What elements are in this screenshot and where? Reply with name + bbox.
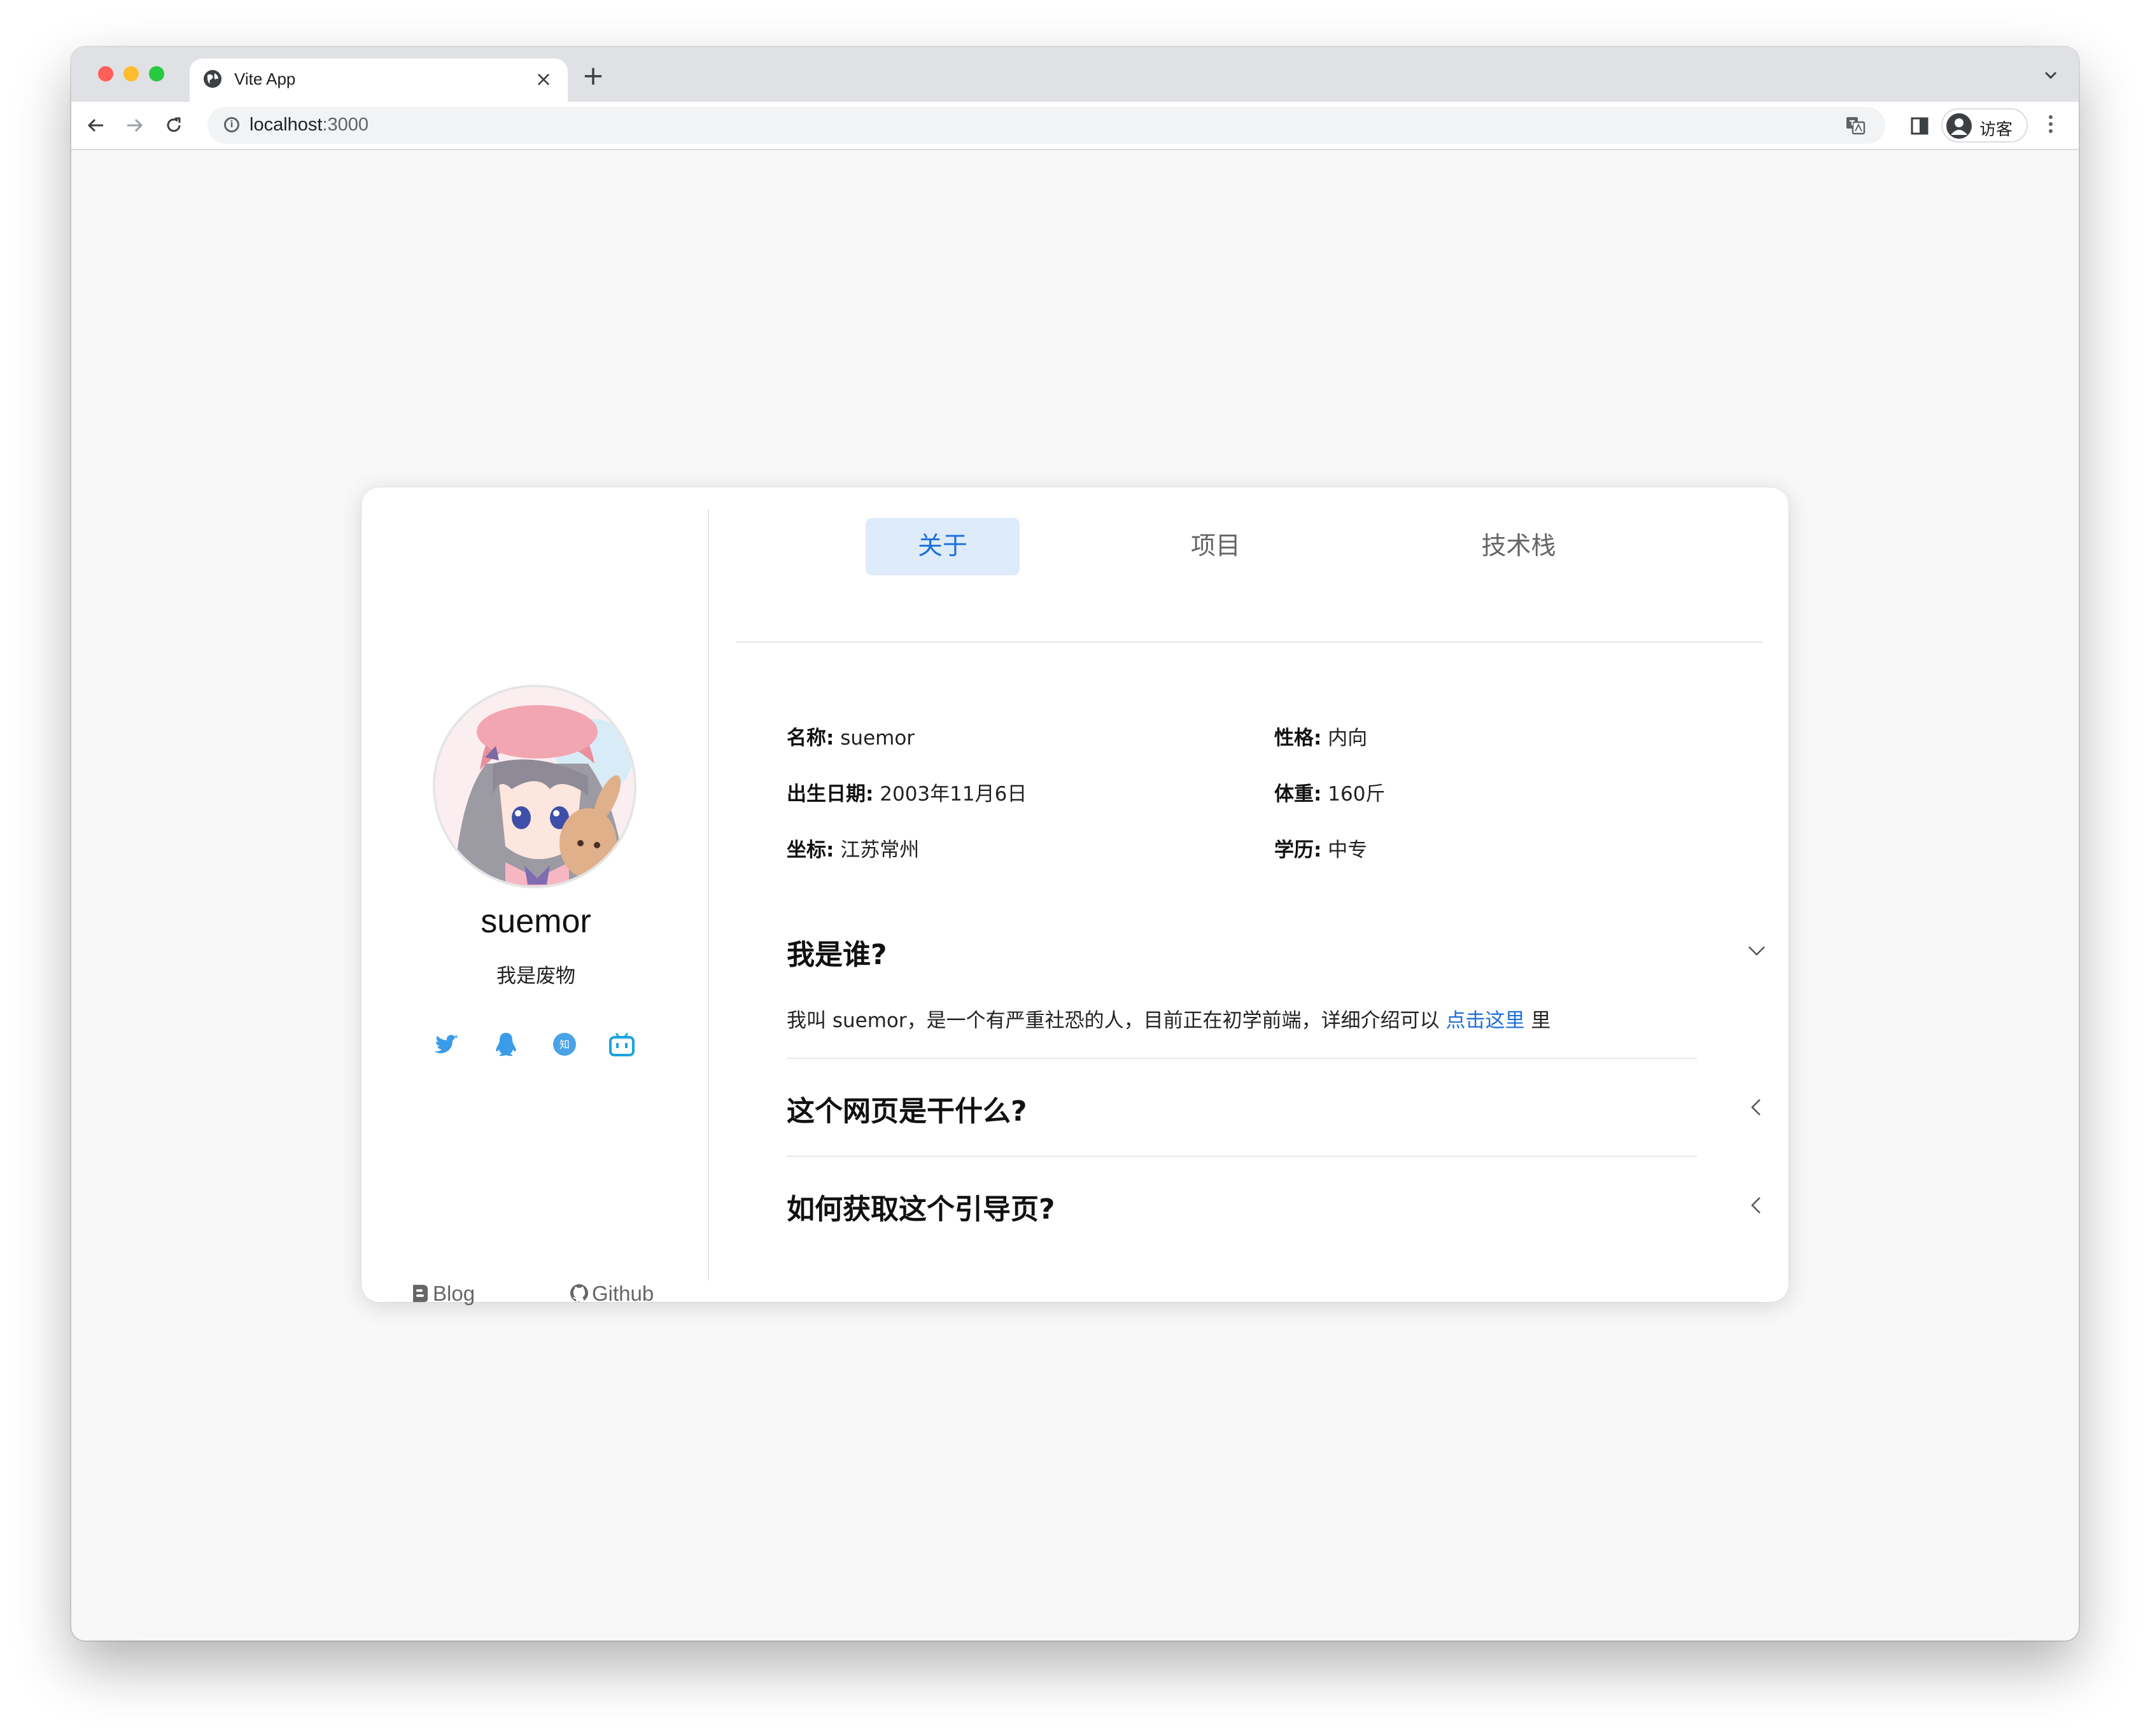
info-location: 坐标: 江苏常州 (787, 839, 920, 862)
faq-question-purpose[interactable]: 这个网页是干什么? (787, 1088, 1027, 1129)
qq-icon[interactable] (491, 1030, 521, 1059)
zhihu-icon[interactable]: 知 (550, 1030, 579, 1059)
forward-arrow-icon[interactable] (120, 111, 149, 140)
tab-strip: Vite App × + (71, 47, 2079, 102)
translate-icon[interactable] (1844, 115, 1866, 136)
close-window-button[interactable] (98, 66, 113, 81)
profile-avatar-icon (1946, 113, 1972, 139)
info-education: 学历: 中专 (1274, 839, 1368, 862)
info-birthday: 出生日期: 2003年11月6日 (787, 783, 1027, 806)
globe-icon (204, 70, 221, 88)
user-name: suemor (481, 903, 591, 940)
card-divider (708, 509, 709, 1280)
click-here-link[interactable]: 点击这里 (1446, 1009, 1525, 1032)
faq-divider (787, 1156, 1697, 1157)
info-weight: 体重: 160斤 (1274, 783, 1386, 806)
faq-divider (787, 1058, 1697, 1059)
chevron-down-icon[interactable] (1744, 938, 1769, 963)
site-info-icon[interactable]: i (224, 117, 239, 132)
profile-label: 访客 (1979, 120, 2013, 139)
tab-search-chevron-icon[interactable] (2038, 62, 2063, 88)
tab-tech-stack[interactable]: 技术栈 (1455, 518, 1582, 575)
tab-close-icon[interactable]: × (531, 66, 556, 92)
github-link[interactable]: Github (569, 1282, 654, 1306)
bilibili-icon[interactable] (607, 1030, 636, 1059)
info-personality: 性格: 内向 (1274, 727, 1368, 750)
faq-question-how-to-get[interactable]: 如何获取这个引导页? (787, 1186, 1055, 1227)
browser-toolbar: i localhost:3000 访客 (71, 102, 2079, 150)
browser-tab[interactable]: Vite App × (190, 59, 568, 102)
avatar (433, 685, 636, 888)
browser-window: Vite App × + i localhost:3000 访客 suemor … (71, 47, 2079, 1641)
svg-text:知: 知 (559, 1039, 570, 1051)
twitter-icon[interactable] (433, 1030, 462, 1059)
user-subtitle: 我是废物 (496, 965, 575, 988)
github-icon (570, 1284, 588, 1302)
faq-answer-who: 我叫 suemor，是一个有严重社恐的人，目前正在初学前端，详细介绍可以 点击这… (787, 1009, 1551, 1032)
profile-card: suemor 我是废物 知 Blog Github 关于 项目 技术栈 名称: … (362, 487, 1788, 1305)
new-tab-button[interactable]: + (578, 61, 608, 92)
tabs-divider (736, 641, 1763, 643)
tab-about[interactable]: 关于 (866, 518, 1020, 575)
maximize-window-button[interactable] (149, 66, 164, 81)
reload-icon[interactable] (159, 111, 188, 140)
blog-link[interactable]: Blog (411, 1282, 475, 1306)
tab-projects[interactable]: 项目 (1165, 518, 1267, 575)
address-bar[interactable]: i localhost:3000 (207, 107, 1885, 144)
faq-question-who[interactable]: 我是谁? (787, 932, 887, 972)
chevron-left-icon[interactable] (1744, 1095, 1769, 1120)
back-arrow-icon[interactable] (81, 111, 111, 140)
url-text: localhost:3000 (249, 115, 369, 135)
tab-title: Vite App (234, 69, 296, 88)
chevron-left-icon[interactable] (1744, 1193, 1769, 1218)
minimize-window-button[interactable] (123, 66, 139, 81)
blog-icon (413, 1285, 428, 1302)
menu-kebab-icon[interactable] (2043, 112, 2058, 140)
profile-button[interactable]: 访客 (1941, 108, 2028, 143)
side-panel-icon[interactable] (1907, 113, 1932, 139)
info-name: 名称: suemor (787, 727, 915, 750)
